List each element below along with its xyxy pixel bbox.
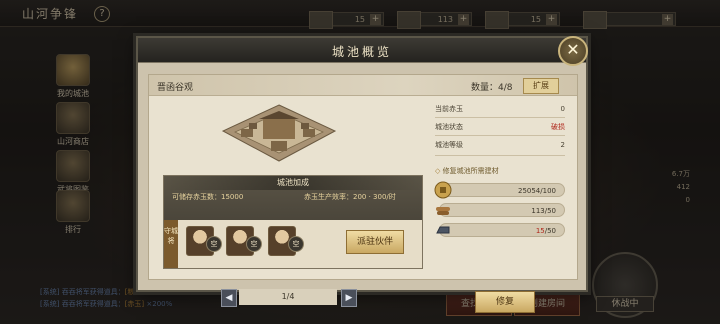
page-indicator: 1/4 (239, 289, 337, 305)
city-quantity: 数量：4/8 (471, 83, 513, 93)
city-section-header: 晋函谷观 数量：4/8 扩展 (149, 75, 577, 96)
coin-icon (434, 181, 452, 199)
divider (435, 117, 565, 118)
requirement-coin: 25054/100 (434, 181, 565, 199)
triangle-icon: ◇ (435, 167, 443, 175)
info-label: 城池等级 (435, 141, 463, 149)
empty-slot-badge: 空 (246, 236, 262, 252)
fortress-icon (221, 104, 337, 162)
city-panel: 晋函谷观 数量：4/8 扩展 城池加成 可储存赤玉数：15000 赤玉生产效率：… (148, 74, 578, 313)
repair-requirements-title: ◇ 修复城池所需建材 (435, 167, 499, 175)
info-row-city-level: 城池等级 2 (435, 139, 565, 151)
repair-button[interactable]: 修复 (475, 291, 535, 313)
dialog-header: 城池概览 (138, 38, 586, 63)
close-button[interactable]: ✕ (558, 36, 588, 66)
prev-page-button[interactable]: ◀ (221, 289, 237, 307)
divider (435, 135, 565, 136)
timber-icon (436, 207, 450, 215)
storage-capacity: 可储存赤玉数：15000 (172, 193, 244, 201)
page-navigator: ◀ 1/4 ▶ (221, 289, 357, 307)
city-name: 晋函谷观 (157, 83, 194, 93)
city-bonus-panel: 城池加成 可储存赤玉数：15000 赤玉生产效率：200 · 300/时 守城将… (163, 175, 423, 269)
divider (435, 155, 565, 156)
guard-slots: 守城将 空 空 空 派驻伙伴 (164, 220, 422, 268)
station-partner-button[interactable]: 派驻伙伴 (346, 230, 404, 254)
empty-slot-badge: 空 (206, 236, 222, 252)
requirement-timber: 113/50 (436, 203, 565, 217)
next-page-button[interactable]: ▶ (341, 289, 357, 307)
city-overview-dialog: 城池概览 ✕ 晋函谷观 数量：4/8 扩展 城池加成 可储存赤玉数：15000 … (136, 36, 588, 313)
dialog-title: 城池概览 (331, 45, 392, 59)
expand-button[interactable]: 扩展 (523, 78, 559, 94)
empty-slot-badge: 空 (288, 236, 304, 252)
info-label: 城池状态 (435, 123, 463, 131)
guard-label: 守城将 (164, 220, 178, 268)
production-rate: 赤玉生产效率：200 · 300/时 (304, 193, 396, 201)
info-value: 0 (560, 105, 565, 113)
info-row-city-status: 城池状态 破损 (435, 121, 565, 133)
iron-ingot-icon (436, 226, 450, 234)
requirement-iron: 15/50 (436, 223, 565, 237)
info-value: 2 (560, 141, 565, 149)
info-value: 破损 (551, 123, 565, 131)
bonus-title: 城池加成 (164, 176, 422, 190)
info-label: 当前赤玉 (435, 105, 463, 113)
info-row-current-jade: 当前赤玉 0 (435, 103, 565, 115)
